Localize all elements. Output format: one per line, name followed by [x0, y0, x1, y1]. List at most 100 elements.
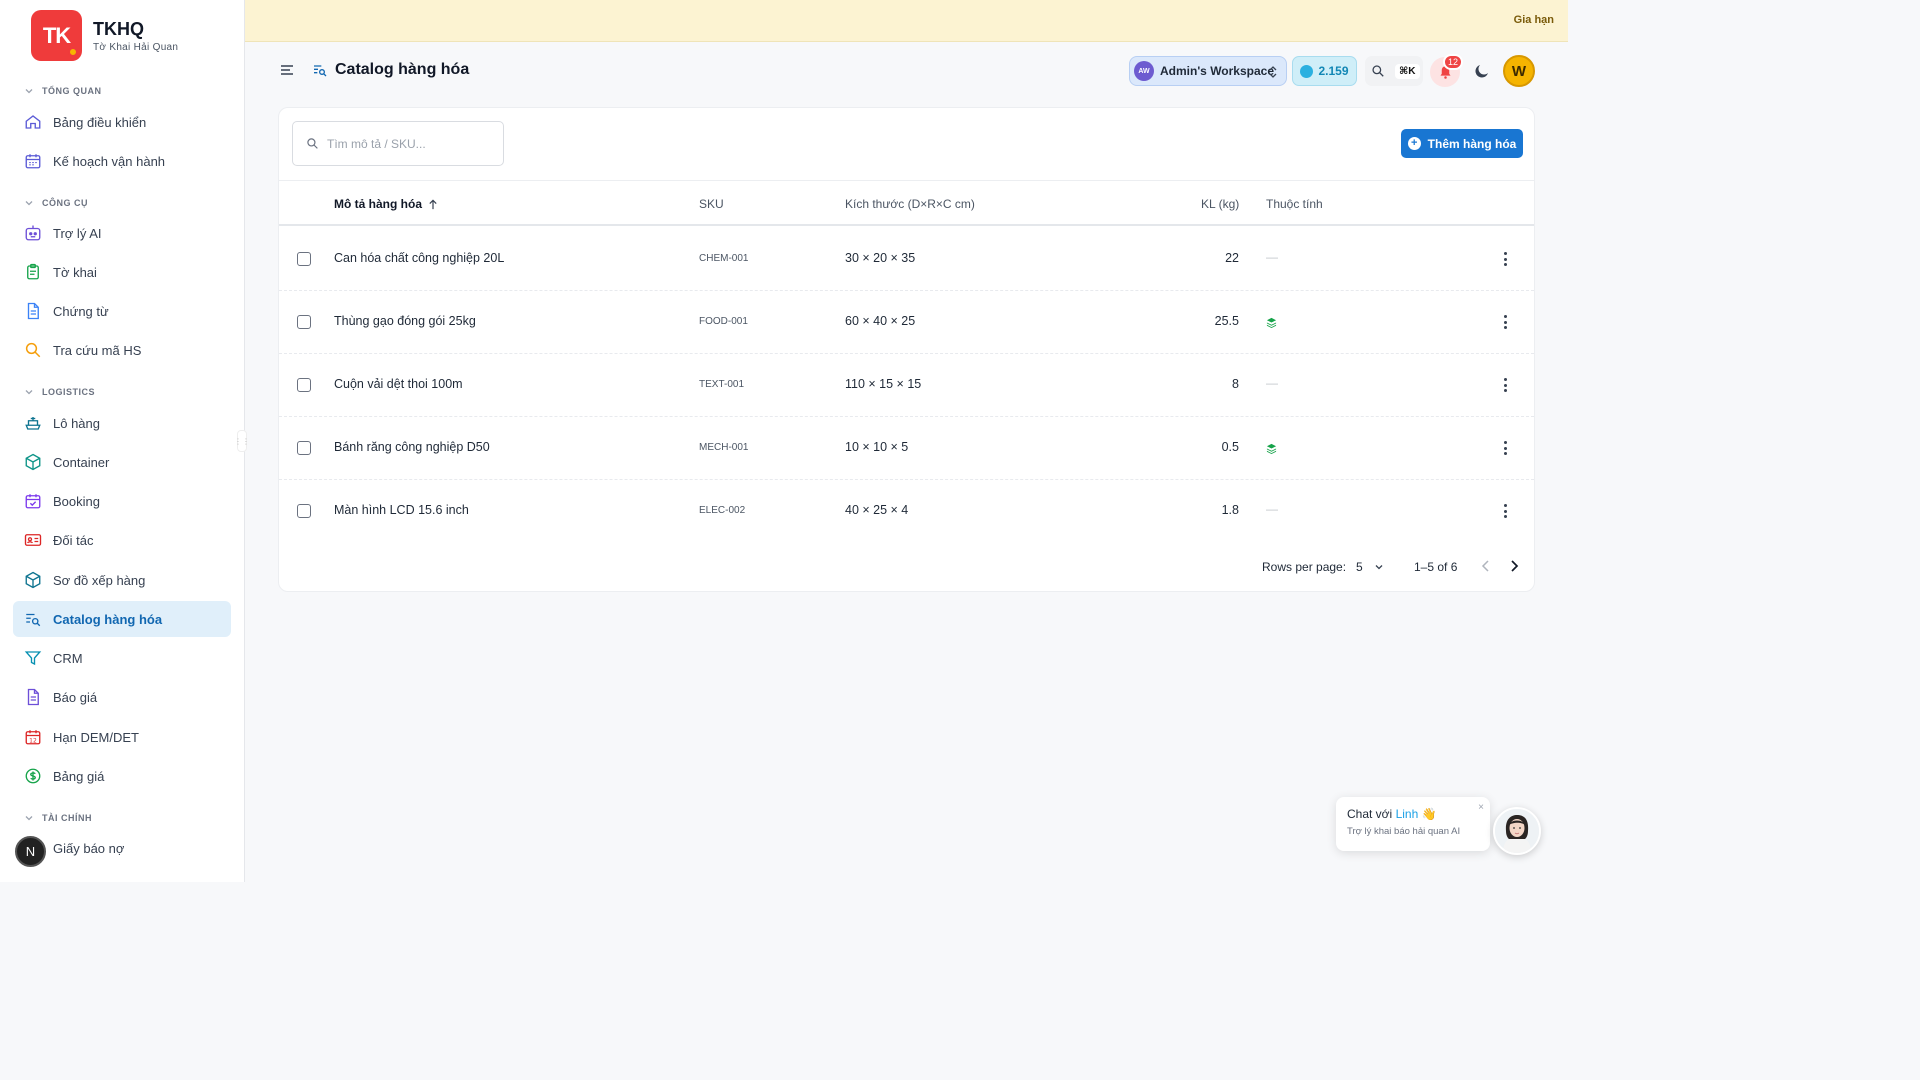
section-title: CÔNG CỤ [42, 198, 88, 208]
sidebar-item-price-list[interactable]: Bảng giá [13, 758, 231, 794]
chevron-down-icon[interactable] [1374, 562, 1384, 572]
renewal-banner: Gia hạn [245, 0, 1568, 42]
calendar-12-icon: 12 [25, 730, 41, 745]
row-menu-icon[interactable] [1500, 313, 1510, 331]
section-overview[interactable]: TỔNG QUAN [24, 86, 102, 96]
sidebar-item-container[interactable]: Container [13, 444, 231, 480]
list-search-icon [26, 613, 41, 627]
row-menu-icon[interactable] [1500, 439, 1510, 457]
menu-toggle-icon[interactable] [279, 62, 295, 78]
workspace-switcher[interactable]: AW Admin's Workspace [1129, 56, 1287, 86]
cell-dimensions: 110 × 15 × 15 [845, 377, 922, 391]
row-checkbox[interactable] [297, 252, 311, 266]
sidebar-item-ai-assistant[interactable]: Trợ lý AI [13, 215, 231, 251]
sidebar-item-label: Báo giá [53, 689, 98, 705]
chat-title: Chat với Linh 👋 [1347, 807, 1479, 821]
plus-circle-icon: + [1407, 137, 1421, 150]
row-menu-icon[interactable] [1500, 502, 1510, 520]
user-chip[interactable]: N [15, 836, 46, 867]
cell-attributes: — [1266, 250, 1278, 264]
chevron-down-icon [25, 816, 33, 821]
pagination: Rows per page: 5 1–5 of 6 [279, 554, 1534, 578]
sidebar-item-label: Bảng điều khiển [53, 114, 147, 130]
sidebar-item-label: Sơ đồ xếp hàng [53, 572, 146, 588]
logo-text: TK [42, 22, 71, 48]
search-icon [25, 342, 41, 358]
sidebar-item-crm[interactable]: CRM [13, 640, 231, 676]
search-input[interactable] [327, 136, 487, 151]
moon-icon[interactable] [1473, 62, 1491, 80]
column-header-sku[interactable]: SKU [699, 197, 724, 211]
renew-link[interactable]: Gia hạn [1514, 14, 1554, 26]
sidebar-item-catalog[interactable]: Catalog hàng hóa [13, 601, 231, 637]
section-tools[interactable]: CÔNG CỤ [24, 198, 88, 208]
chat-widget[interactable]: Chat với Linh 👋 Trợ lý khai báo hải quan… [1336, 797, 1490, 851]
section-title: LOGISTICS [42, 387, 96, 397]
column-header-dimensions[interactable]: Kích thước (D×R×C cm) [845, 197, 975, 211]
sidebar-item-partners[interactable]: Đối tác [13, 522, 231, 558]
row-checkbox[interactable] [297, 504, 311, 518]
sidebar-item-hs-lookup[interactable]: Tra cứu mã HS [13, 332, 231, 368]
sidebar-item-operation-plan[interactable]: Kế hoạch vận hành [13, 143, 231, 179]
user-avatar[interactable]: W [1503, 55, 1535, 87]
row-checkbox[interactable] [297, 378, 311, 392]
section-finance[interactable]: TÀI CHÍNH [24, 813, 92, 823]
table-row[interactable]: Can hóa chất công nghiệp 20L CHEM-001 30… [279, 228, 1534, 291]
column-header-weight[interactable]: KL (kg) [1201, 197, 1239, 211]
sidebar-item-documents[interactable]: Chứng từ [13, 293, 231, 329]
credits-badge[interactable]: 2.159 [1292, 56, 1357, 86]
chat-agent-avatar[interactable] [1493, 807, 1541, 855]
brand-subtitle: Tờ Khai Hải Quan [93, 41, 179, 53]
add-product-button[interactable]: + Thêm hàng hóa [1401, 129, 1523, 158]
sidebar-item-shipments[interactable]: Lô hàng [13, 405, 231, 441]
sidebar-item-label: Tra cứu mã HS [53, 342, 142, 358]
sidebar-item-label: Tờ khai [53, 264, 97, 280]
chevron-down-icon [25, 201, 33, 206]
row-menu-icon[interactable] [1500, 250, 1510, 268]
sidebar-item-label: Giấy báo nợ [53, 840, 125, 856]
table-row[interactable]: Cuộn vải dệt thoi 100m TEXT-001 110 × 15… [279, 354, 1534, 417]
rows-per-page-select[interactable]: 5 [1356, 560, 1363, 574]
agent-portrait-icon [1495, 809, 1539, 853]
chat-title-prefix: Chat với [1347, 807, 1393, 821]
global-search-button[interactable]: ⌘K [1365, 56, 1423, 86]
add-product-label: Thêm hàng hóa [1427, 136, 1517, 151]
home-icon [25, 115, 41, 129]
column-header-description[interactable]: Mô tả hàng hóa [334, 197, 438, 211]
sidebar-item-load-plan[interactable]: Sơ đồ xếp hàng [13, 562, 231, 598]
page-title: Catalog hàng hóa [335, 61, 470, 78]
logo: TK [31, 10, 82, 61]
sidebar-item-dashboard[interactable]: Bảng điều khiển [13, 104, 231, 140]
row-menu-icon[interactable] [1500, 376, 1510, 394]
cell-weight: 25.5 [1214, 314, 1239, 328]
table-row[interactable]: Thùng gạo đóng gói 25kg FOOD-001 60 × 40… [279, 291, 1534, 354]
workspace-name: Admin's Workspace [1160, 64, 1274, 78]
column-header-attributes[interactable]: Thuộc tính [1266, 197, 1323, 211]
calendar-check-icon [25, 494, 41, 509]
row-checkbox[interactable] [297, 315, 311, 329]
section-logistics[interactable]: LOGISTICS [24, 387, 95, 397]
brand[interactable]: TK TKHQ Tờ Khai Hải Quan [31, 10, 178, 61]
cell-sku: MECH-001 [699, 442, 749, 453]
shortcut-hint: ⌘K [1395, 63, 1420, 79]
chevron-right-icon[interactable] [1508, 559, 1520, 573]
row-checkbox[interactable] [297, 441, 311, 455]
file-text-icon [27, 688, 39, 706]
search-icon [307, 138, 318, 149]
svg-text:12: 12 [29, 737, 37, 744]
sidebar-item-label: CRM [53, 650, 83, 666]
cell-dimensions: 60 × 40 × 25 [845, 314, 916, 328]
section-title: TÀI CHÍNH [42, 813, 92, 823]
table-row[interactable]: Màn hình LCD 15.6 inch ELEC-002 40 × 25 … [279, 480, 1534, 543]
sidebar-item-booking[interactable]: Booking [13, 483, 231, 519]
sidebar-item-dem-det[interactable]: 12 Hạn DEM/DET [13, 719, 231, 755]
sidebar-item-quotes[interactable]: Báo giá [13, 679, 231, 715]
cell-sku: CHEM-001 [699, 253, 749, 264]
sidebar-resize-handle[interactable]: ⋮⋮ [234, 430, 250, 452]
chevron-left-icon[interactable] [1480, 559, 1492, 573]
close-icon[interactable]: × [1478, 802, 1484, 813]
search-field[interactable] [292, 121, 504, 166]
sidebar-item-declarations[interactable]: Tờ khai [13, 254, 231, 290]
table-row[interactable]: Bánh răng công nghiệp D50 MECH-001 10 × … [279, 417, 1534, 480]
cell-description: Cuộn vải dệt thoi 100m [334, 377, 463, 391]
